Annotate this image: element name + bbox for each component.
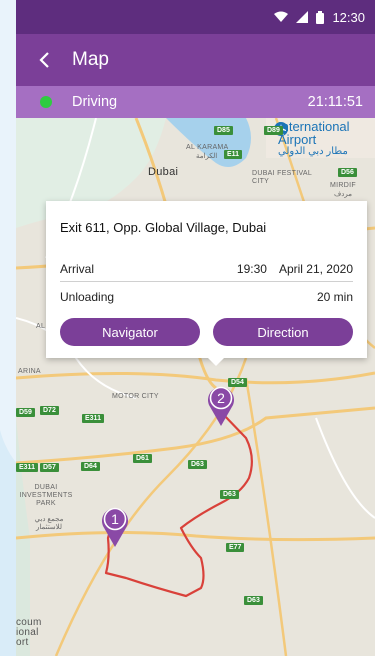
road-shield: D57 xyxy=(40,463,59,472)
page-title: Map xyxy=(72,49,109,70)
screen: 12:30 Map Driving 21:11:51 International… xyxy=(0,0,375,656)
airport-label-ar: مطار دبي الدولي xyxy=(278,146,348,157)
stop-info-card: Exit 611, Opp. Global Village, Dubai Arr… xyxy=(46,201,367,358)
road-shield: D61 xyxy=(133,454,152,463)
road-shield: E311 xyxy=(16,463,38,472)
trip-timer: 21:11:51 xyxy=(307,94,363,110)
route-end-pin-number: 2 xyxy=(217,390,225,406)
airport-label-en: International Airport xyxy=(278,119,350,147)
map-label-dip: DUBAI INVESTMENTS PARK xyxy=(19,484,73,507)
map-canvas xyxy=(16,117,375,656)
map-label-mirdif: MIRDIF xyxy=(330,182,356,189)
road-shield: D89 xyxy=(264,126,283,135)
battery-icon xyxy=(316,10,325,24)
road-shield: D63 xyxy=(188,460,207,469)
arrival-date: April 21, 2020 xyxy=(278,261,353,276)
map-label-festival-city: DUBAI FESTIVAL CITY xyxy=(252,170,312,185)
card-actions: Navigator Direction xyxy=(60,318,353,346)
unloading-value: 20 min xyxy=(316,290,353,304)
status-time: 12:30 xyxy=(332,9,365,25)
airport-label: International Airport مطار دبي الدولي xyxy=(278,120,375,157)
status-bar: 12:30 xyxy=(16,0,375,34)
road-shield: D59 xyxy=(16,408,35,417)
map-label-al-karama-ar: الكرامة xyxy=(196,153,218,160)
unloading-row: Unloading 20 min xyxy=(60,284,353,310)
road-shield: E77 xyxy=(226,543,245,552)
map-view[interactable]: International Airport مطار دبي الدولي AL… xyxy=(16,117,375,656)
map-label-dip-ar: مجمع دبي للاستثمار xyxy=(34,516,64,531)
status-indicator-dot xyxy=(40,96,52,108)
arrival-time: 19:30 xyxy=(236,261,267,276)
road-shield: D56 xyxy=(338,168,357,177)
map-label-al-karama: AL KARAMA xyxy=(186,144,229,151)
signal-icon xyxy=(296,11,309,23)
road-shield: D64 xyxy=(81,462,100,471)
route-start-pin[interactable]: 1 xyxy=(100,504,130,548)
unloading-label: Unloading xyxy=(60,290,115,304)
wifi-icon xyxy=(274,11,289,22)
road-shield: E311 xyxy=(82,414,104,423)
back-button[interactable] xyxy=(16,34,72,86)
arrival-label: Arrival xyxy=(60,261,95,276)
road-shield: D63 xyxy=(220,490,239,499)
map-label-dubai: Dubai xyxy=(148,166,179,178)
trip-state: Driving xyxy=(72,94,118,110)
map-label-motor-city: MOTOR CITY xyxy=(112,393,159,400)
map-label-mirdif-ar: مردف xyxy=(334,191,352,198)
chevron-left-icon xyxy=(39,52,49,68)
card-pointer xyxy=(206,356,226,366)
road-shield: E11 xyxy=(224,150,243,159)
road-shield: D85 xyxy=(214,126,233,135)
map-label-coum: coum ional ort xyxy=(16,617,42,648)
road-shield: D72 xyxy=(40,406,59,415)
navigator-button[interactable]: Navigator xyxy=(60,318,200,346)
arrival-row: Arrival 19:30 April 21, 2020 xyxy=(60,256,353,282)
road-shield: D63 xyxy=(244,596,263,605)
stop-address: Exit 611, Opp. Global Village, Dubai xyxy=(60,220,267,235)
direction-button[interactable]: Direction xyxy=(213,318,353,346)
map-label-arina: ARINA xyxy=(18,368,41,375)
trip-status-bar: Driving 21:11:51 xyxy=(16,86,375,118)
route-end-pin[interactable]: 2 xyxy=(206,383,236,427)
app-bar: Map xyxy=(16,34,375,86)
route-start-pin-number: 1 xyxy=(111,511,119,527)
